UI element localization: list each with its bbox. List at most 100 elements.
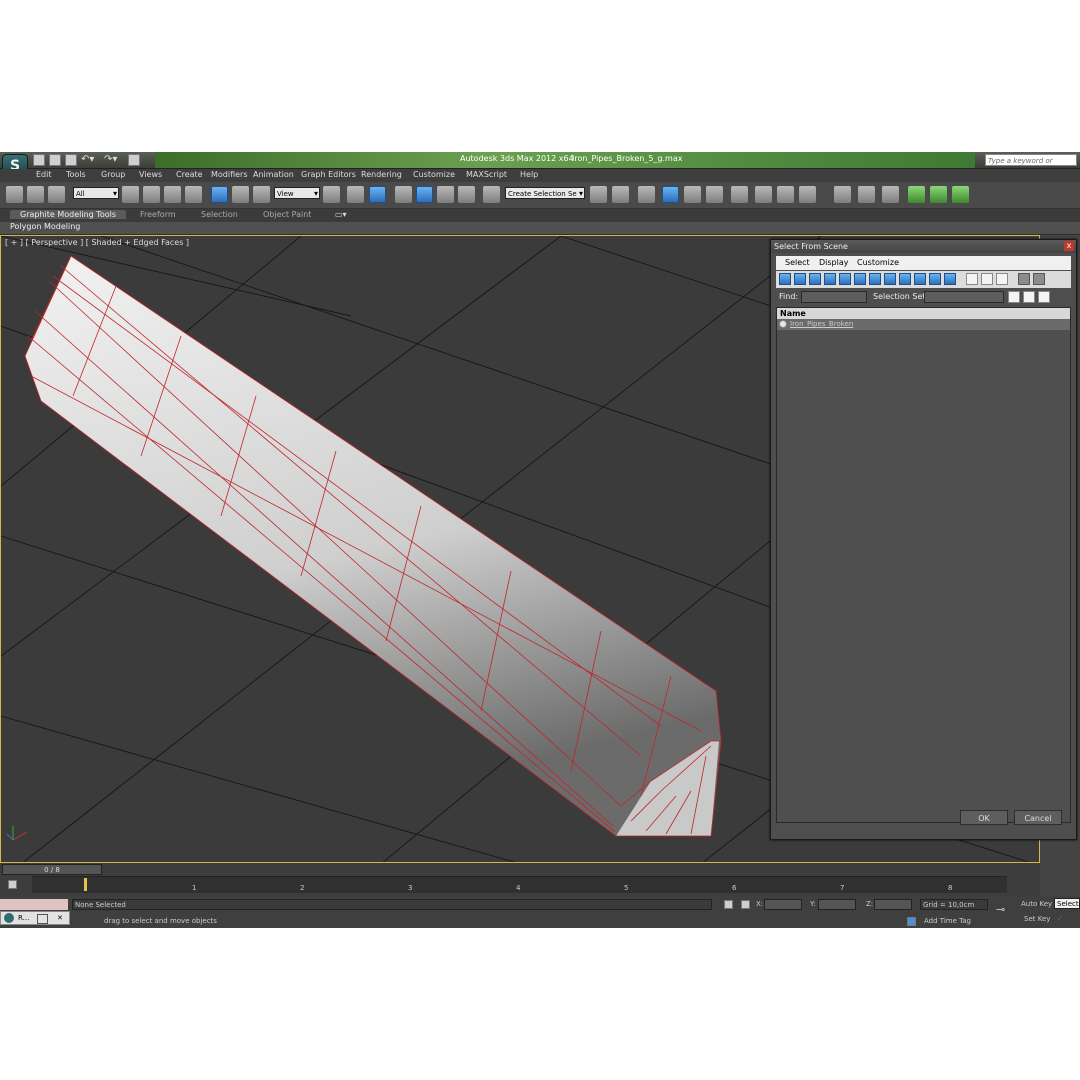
menu-edit[interactable]: Edit	[36, 170, 52, 179]
key-icon[interactable]: ⊸	[996, 903, 1005, 916]
display-containers-icon[interactable]	[914, 273, 926, 285]
edit-named-selection-icon[interactable]	[483, 186, 500, 203]
tab-object-paint[interactable]: Object Paint	[263, 210, 311, 219]
display-lights-icon[interactable]	[809, 273, 821, 285]
extra-tool-6-icon[interactable]	[952, 186, 969, 203]
menu-rendering[interactable]: Rendering	[361, 170, 402, 179]
named-selection-dropdown[interactable]: Create Selection Se	[505, 187, 585, 200]
display-cameras-icon[interactable]	[824, 273, 836, 285]
redo-icon[interactable]: ↷▾	[104, 153, 117, 167]
frame-counter[interactable]: 0 / 8	[2, 864, 102, 875]
layer-manager-icon[interactable]	[638, 186, 655, 203]
ribbon-options-icon[interactable]: ▭▾	[335, 210, 347, 219]
key-filter-dropdown[interactable]: Selected	[1054, 898, 1080, 909]
track-bar[interactable]: 1 2 3 4 5 6 7 8	[32, 876, 1007, 893]
taskbar-button[interactable]: R... ✕	[0, 911, 70, 925]
cancel-button[interactable]: Cancel	[1014, 810, 1062, 825]
tab-freeform[interactable]: Freeform	[140, 210, 176, 219]
display-all-icon[interactable]	[966, 273, 978, 285]
close-icon[interactable]: x	[1064, 241, 1074, 251]
selection-filter-dropdown[interactable]: All	[73, 187, 119, 200]
display-frozen-icon[interactable]	[929, 273, 941, 285]
display-invert-icon[interactable]	[996, 273, 1008, 285]
open-file-icon[interactable]	[49, 154, 61, 166]
tab-graphite-modeling-tools[interactable]: Graphite Modeling Tools	[10, 210, 127, 219]
scene-object-list[interactable]: Name Iron_Pipes_Broken	[776, 307, 1071, 823]
dialog-menu-select[interactable]: Select	[785, 258, 810, 267]
ok-button[interactable]: OK	[960, 810, 1008, 825]
reference-coordinate-dropdown[interactable]: View	[274, 187, 320, 200]
rendered-frame-window-icon[interactable]	[777, 186, 794, 203]
project-folder-icon[interactable]	[128, 154, 140, 166]
render-setup-icon[interactable]	[755, 186, 772, 203]
find-input[interactable]	[801, 291, 867, 303]
display-none-icon[interactable]	[981, 273, 993, 285]
menu-graph-editors[interactable]: Graph Editors	[301, 170, 356, 179]
render-production-icon[interactable]	[799, 186, 816, 203]
set-option-2-icon[interactable]	[1023, 291, 1035, 303]
undo-icon[interactable]: ↶▾	[81, 153, 94, 167]
new-file-icon[interactable]	[33, 154, 45, 166]
mirror-icon[interactable]	[590, 186, 607, 203]
snaps-toggle-icon[interactable]	[395, 186, 412, 203]
add-time-tag-icon[interactable]	[907, 917, 916, 926]
restore-icon[interactable]	[37, 914, 48, 924]
align-icon[interactable]	[612, 186, 629, 203]
filter-icon[interactable]	[1018, 273, 1030, 285]
transform-mode-icon[interactable]	[741, 900, 750, 909]
display-groups-icon[interactable]	[869, 273, 881, 285]
percent-snap-icon[interactable]	[437, 186, 454, 203]
window-crossing-icon[interactable]	[185, 186, 202, 203]
menu-group[interactable]: Group	[101, 170, 125, 179]
viewport-label[interactable]: [ + ] [ Perspective ] [ Shaded + Edged F…	[5, 238, 189, 247]
display-bones-icon[interactable]	[899, 273, 911, 285]
keyboard-shortcut-override-icon[interactable]	[369, 186, 386, 203]
set-option-3-icon[interactable]	[1038, 291, 1050, 303]
menu-tools[interactable]: Tools	[66, 170, 86, 179]
link-icon[interactable]	[6, 186, 23, 203]
schematic-view-icon[interactable]	[706, 186, 723, 203]
extra-tool-3-icon[interactable]	[882, 186, 899, 203]
menu-animation[interactable]: Animation	[253, 170, 294, 179]
select-by-name-icon[interactable]	[143, 186, 160, 203]
close-taskbar-icon[interactable]: ✕	[57, 912, 63, 924]
auto-key-button[interactable]: Auto Key	[1021, 900, 1052, 908]
list-item[interactable]: Iron_Pipes_Broken	[777, 319, 1070, 330]
material-editor-icon[interactable]	[731, 186, 748, 203]
scale-icon[interactable]	[253, 186, 270, 203]
save-icon[interactable]	[65, 154, 77, 166]
display-xrefs-icon[interactable]	[884, 273, 896, 285]
menu-maxscript[interactable]: MAXScript	[466, 170, 507, 179]
dialog-menu-display[interactable]: Display	[819, 258, 849, 267]
add-time-tag-label[interactable]: Add Time Tag	[924, 917, 971, 925]
menu-modifiers[interactable]: Modifiers	[211, 170, 248, 179]
track-view-icon[interactable]	[8, 880, 17, 889]
menu-help[interactable]: Help	[520, 170, 538, 179]
select-manipulate-icon[interactable]	[347, 186, 364, 203]
extra-tool-1-icon[interactable]	[834, 186, 851, 203]
display-helpers-icon[interactable]	[839, 273, 851, 285]
maxscript-listener-mini[interactable]	[0, 899, 68, 910]
current-frame-marker[interactable]	[84, 878, 87, 891]
display-space-warps-icon[interactable]	[854, 273, 866, 285]
x-coordinate-input[interactable]	[764, 899, 802, 910]
spinner-snap-icon[interactable]	[458, 186, 475, 203]
dialog-menu-customize[interactable]: Customize	[857, 258, 899, 267]
extra-tool-5-icon[interactable]	[930, 186, 947, 203]
graphite-toggle-icon[interactable]	[662, 186, 679, 203]
angle-snap-icon[interactable]	[416, 186, 433, 203]
move-icon[interactable]	[211, 186, 228, 203]
select-object-icon[interactable]	[122, 186, 139, 203]
name-column-header[interactable]: Name	[777, 308, 1070, 319]
rectangle-selection-icon[interactable]	[164, 186, 181, 203]
menu-customize[interactable]: Customize	[413, 170, 455, 179]
display-geometry-icon[interactable]	[779, 273, 791, 285]
pivot-center-icon[interactable]	[323, 186, 340, 203]
filter-options-icon[interactable]	[1033, 273, 1045, 285]
curve-editor-icon[interactable]	[684, 186, 701, 203]
search-input[interactable]: Type a keyword or phrase	[985, 154, 1077, 177]
set-option-1-icon[interactable]	[1008, 291, 1020, 303]
display-hidden-icon[interactable]	[944, 273, 956, 285]
extra-tool-4-icon[interactable]	[908, 186, 925, 203]
selection-set-dropdown[interactable]	[924, 291, 1004, 303]
